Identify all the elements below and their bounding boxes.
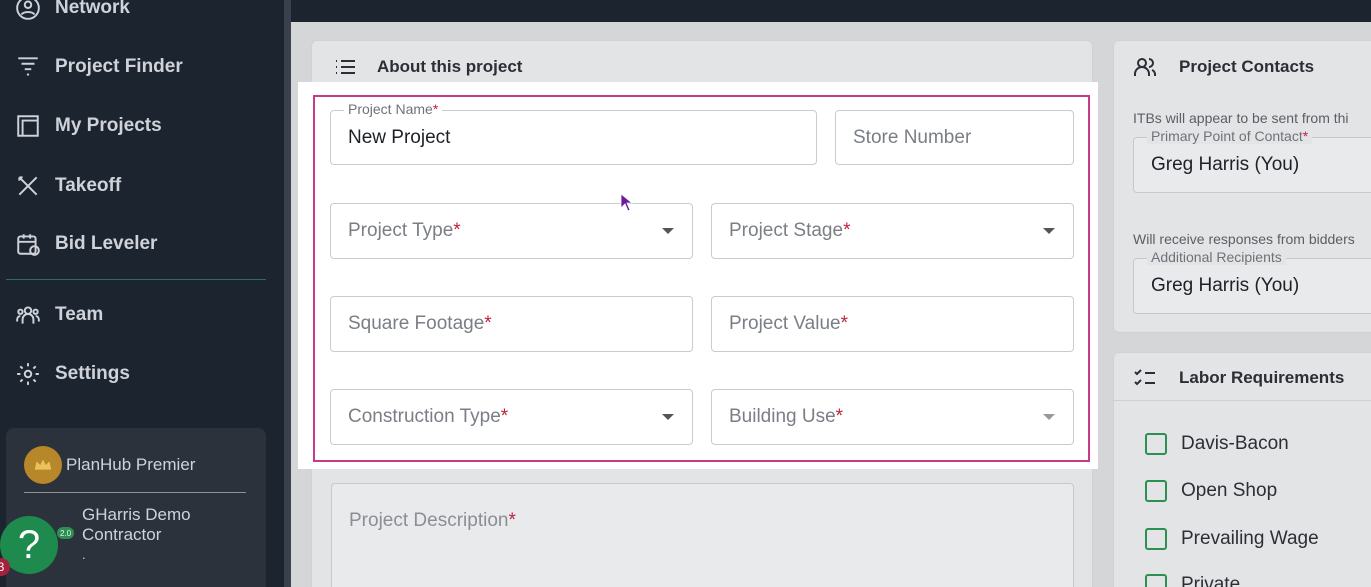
- mouse-cursor-icon: [620, 193, 634, 212]
- checklist-icon: [1134, 369, 1155, 386]
- additional-recipients-label: Additional Recipients: [1147, 249, 1286, 265]
- sidebar-item-label: Team: [55, 304, 104, 325]
- primary-contact-label: Primary Point of Contact*: [1147, 128, 1313, 144]
- labor-divider: [1113, 400, 1371, 401]
- project-contacts-header: Project Contacts: [1133, 55, 1314, 79]
- labor-option-prevailing-wage[interactable]: Prevailing Wage: [1145, 528, 1319, 550]
- store-number-placeholder: Store Number: [853, 126, 972, 148]
- projects-icon: [17, 115, 39, 137]
- sidebar-item-label: Settings: [55, 363, 130, 384]
- filter-icon: [18, 57, 38, 76]
- project-name-field[interactable]: New Project: [330, 110, 817, 165]
- network-icon: [16, 0, 40, 20]
- chevron-down-icon: [662, 414, 674, 420]
- checkbox[interactable]: [1145, 528, 1167, 550]
- project-description-field[interactable]: Project Description*: [331, 483, 1074, 587]
- user-name: GHarris Demo Contractor .: [82, 505, 242, 565]
- sidebar-item-network[interactable]: Network: [15, 0, 130, 25]
- project-stage-label: Project Stage*: [729, 220, 851, 241]
- sidebar-item-label: Bid Leveler: [55, 233, 158, 254]
- additional-recipients-value: Greg Harris (You): [1151, 275, 1300, 296]
- takeoff-icon: [18, 176, 38, 196]
- labor-option-label: Davis-Bacon: [1181, 433, 1289, 454]
- user-subtitle: .: [82, 547, 86, 562]
- project-value-field[interactable]: Project Value*: [711, 296, 1074, 352]
- checkbox[interactable]: [1145, 480, 1167, 502]
- sidebar-item-project-finder[interactable]: Project Finder: [15, 50, 183, 84]
- project-value-label: Project Value*: [729, 313, 849, 334]
- primary-contact-value: Greg Harris (You): [1151, 154, 1300, 175]
- checkbox[interactable]: [1145, 574, 1167, 587]
- responses-note: Will receive responses from bidders: [1133, 231, 1355, 247]
- sidebar-item-label: Project Finder: [55, 56, 183, 77]
- chevron-down-icon: [1043, 228, 1055, 234]
- crown-icon: [24, 446, 62, 484]
- building-use-label: Building Use*: [729, 406, 844, 427]
- labor-option-open-shop[interactable]: Open Shop: [1145, 480, 1277, 502]
- labor-option-label: Open Shop: [1181, 480, 1278, 501]
- store-number-field[interactable]: Store Number: [835, 110, 1074, 165]
- itb-note: ITBs will appear to be sent from thi: [1133, 110, 1349, 126]
- construction-type-label: Construction Type*: [348, 406, 509, 427]
- square-footage-label: Square Footage*: [348, 313, 492, 334]
- project-type-select[interactable]: Project Type*: [330, 203, 693, 259]
- gear-icon: [17, 363, 39, 385]
- about-project-header: About this project: [333, 55, 522, 79]
- labor-option-label: Prevailing Wage: [1181, 528, 1319, 549]
- building-use-select[interactable]: Building Use*: [711, 389, 1074, 445]
- sidebar-item-takeoff[interactable]: Takeoff: [15, 169, 121, 203]
- sidebar-scrollbar[interactable]: [284, 0, 291, 587]
- labor-option-davis-bacon[interactable]: Davis-Bacon: [1145, 433, 1289, 455]
- checkbox[interactable]: [1145, 433, 1167, 455]
- list-icon: [336, 60, 355, 74]
- square-footage-field[interactable]: Square Footage*: [330, 296, 693, 352]
- sidebar-item-settings[interactable]: Settings: [15, 357, 130, 391]
- chevron-down-icon: [662, 228, 674, 234]
- primary-contact-select[interactable]: Greg Harris (You): [1133, 137, 1371, 193]
- sidebar-item-label: Takeoff: [55, 175, 122, 196]
- construction-type-select[interactable]: Construction Type*: [330, 389, 693, 445]
- calendar-icon: [17, 234, 40, 256]
- project-stage-select[interactable]: Project Stage*: [711, 203, 1074, 259]
- additional-recipients-select[interactable]: Greg Harris (You): [1133, 258, 1371, 314]
- contacts-icon: [1134, 58, 1156, 76]
- project-name-label: Project Name*: [344, 101, 443, 117]
- premier-divider: [24, 492, 246, 493]
- sidebar-item-my-projects[interactable]: My Projects: [15, 109, 162, 143]
- top-bar: [291, 0, 1371, 22]
- chevron-down-icon: [1043, 414, 1055, 420]
- sidebar-item-label: My Projects: [55, 115, 162, 136]
- sidebar-item-bid-leveler[interactable]: Bid Leveler: [15, 227, 157, 261]
- sidebar-item-label: Network: [55, 0, 130, 18]
- project-description-label: Project Description*: [349, 510, 516, 531]
- about-project-title: About this project: [377, 57, 523, 76]
- user-name-text: GHarris Demo Contractor: [82, 505, 191, 544]
- project-name-value: New Project: [348, 126, 451, 148]
- labor-requirements-title: Labor Requirements: [1179, 368, 1345, 387]
- project-contacts-title: Project Contacts: [1179, 57, 1315, 76]
- project-type-label: Project Type*: [348, 220, 461, 241]
- labor-requirements-header: Labor Requirements: [1133, 366, 1344, 390]
- premier-label: PlanHub Premier: [66, 455, 196, 474]
- sidebar-divider: [6, 279, 266, 280]
- team-icon: [16, 306, 40, 324]
- sidebar-item-team[interactable]: Team: [15, 298, 103, 332]
- labor-option-label: Private: [1181, 574, 1241, 587]
- labor-option-private[interactable]: Private: [1145, 574, 1240, 587]
- version-badge: 2.0: [57, 527, 74, 539]
